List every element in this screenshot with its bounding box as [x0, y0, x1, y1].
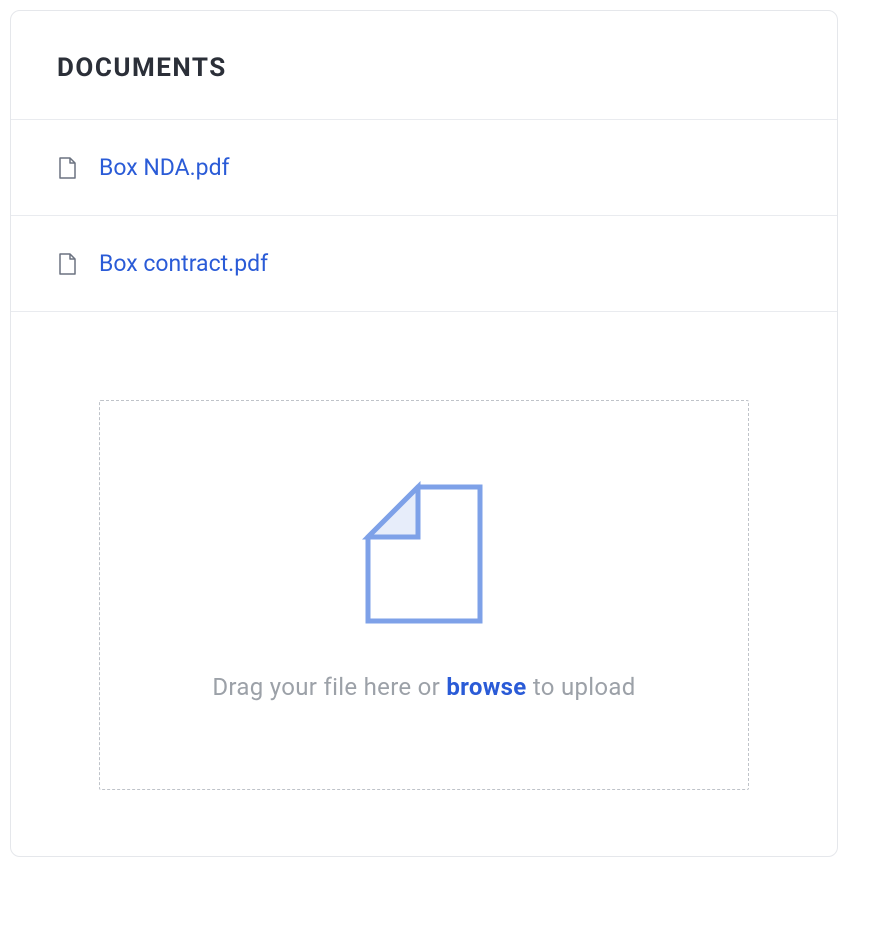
upload-area-container: Drag your file here or browse to upload [11, 312, 837, 856]
document-name: Box NDA.pdf [99, 154, 230, 181]
browse-link[interactable]: browse [446, 673, 526, 701]
dropzone-prompt: Drag your file here or browse to upload [120, 673, 728, 701]
dropzone-prompt-prefix: Drag your file here or [212, 673, 446, 701]
document-row[interactable]: Box contract.pdf [11, 216, 837, 312]
upload-file-icon [362, 481, 486, 631]
documents-panel: DOCUMENTS Box NDA.pdf Box contract.pdf [10, 10, 838, 857]
dropzone-prompt-suffix: to upload [527, 673, 636, 701]
file-icon [57, 253, 77, 275]
file-dropzone[interactable]: Drag your file here or browse to upload [99, 400, 749, 790]
file-icon [57, 157, 77, 179]
document-name: Box contract.pdf [99, 250, 268, 277]
document-row[interactable]: Box NDA.pdf [11, 120, 837, 216]
panel-header: DOCUMENTS [11, 11, 837, 120]
panel-title: DOCUMENTS [57, 53, 791, 83]
document-list: Box NDA.pdf Box contract.pdf [11, 120, 837, 312]
